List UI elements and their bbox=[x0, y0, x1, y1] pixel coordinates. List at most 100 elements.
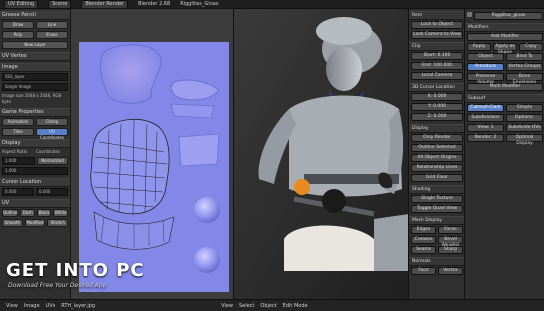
item-header[interactable]: Item bbox=[409, 11, 465, 20]
tiles-toggle[interactable]: Tiles bbox=[2, 128, 34, 136]
scene-selector[interactable]: Scene bbox=[48, 0, 72, 9]
creases-toggle[interactable]: Creases bbox=[411, 236, 436, 244]
image-header[interactable]: Image bbox=[0, 63, 70, 72]
modified-toggle[interactable]: Modified bbox=[24, 219, 46, 227]
status-select-menu[interactable]: Select bbox=[239, 303, 254, 309]
dash-option[interactable]: Dash bbox=[20, 209, 35, 217]
poly-button[interactable]: Poly bbox=[2, 31, 34, 39]
uv-coord-button[interactable]: UV Coordinates bbox=[36, 128, 68, 140]
vertex-normals-toggle[interactable]: Vertex bbox=[438, 267, 463, 275]
status-view-menu-right[interactable]: View bbox=[221, 303, 233, 309]
sharp-toggle[interactable]: Sharp bbox=[438, 246, 463, 254]
aspect-y-field[interactable]: 1.000 bbox=[2, 167, 68, 175]
clip-start-field[interactable]: Start: 0.100 bbox=[411, 52, 463, 60]
catmull-clark-tab[interactable]: Catmull-Clark bbox=[467, 104, 504, 112]
erase-button[interactable]: Erase bbox=[36, 31, 68, 39]
status-image-menu[interactable]: Image bbox=[24, 303, 40, 309]
armature-field[interactable]: Armature bbox=[467, 63, 504, 71]
stretch-toggle[interactable]: Stretch bbox=[47, 219, 69, 227]
mesh-display-header[interactable]: Mesh Display bbox=[409, 216, 465, 225]
image-field[interactable]: SSS_layer bbox=[2, 73, 68, 81]
3d-viewport[interactable] bbox=[233, 9, 409, 299]
game-properties-header[interactable]: Game Properties bbox=[0, 108, 70, 117]
status-object-menu[interactable]: Object bbox=[260, 303, 276, 309]
uv-vertex-header[interactable]: UV Vertex bbox=[0, 52, 70, 61]
smooth-toggle[interactable]: Smooth bbox=[2, 219, 23, 227]
cursor-x-field[interactable]: 0.000 bbox=[2, 188, 34, 196]
single-texture-select[interactable]: Single Texture bbox=[411, 195, 463, 203]
vertex-groups-toggle[interactable]: Vertex Groups bbox=[506, 63, 543, 71]
clamp-toggle[interactable]: Clamp bbox=[36, 118, 68, 126]
apply-as-shape-button[interactable]: Apply as Shape bbox=[493, 43, 517, 55]
clip-header[interactable]: Clip bbox=[409, 42, 465, 51]
optimal-display-toggle[interactable]: Optimal Display bbox=[506, 134, 543, 146]
watermark-tagline: Download Free Your Desired App bbox=[8, 282, 107, 289]
outline-selected-toggle[interactable]: Outline Selected bbox=[411, 144, 463, 152]
cursor-location-panel-header[interactable]: 3D Cursor Location bbox=[409, 83, 465, 92]
aspect-x-field[interactable]: 1.000 bbox=[2, 157, 35, 165]
status-uvs-menu[interactable]: UVs bbox=[46, 303, 56, 309]
options-label: Options: bbox=[506, 114, 543, 122]
simple-tab[interactable]: Simple bbox=[506, 104, 543, 112]
edges-toggle[interactable]: Edges bbox=[411, 226, 436, 234]
normalized-toggle[interactable]: Normalized bbox=[37, 157, 68, 165]
properties-editor: Rigglitas_ginas Modifiers Add Modifier A… bbox=[464, 9, 544, 311]
uv-mesh-overlay bbox=[90, 44, 220, 273]
layout-selector[interactable]: UV Editing bbox=[4, 0, 39, 9]
toggle-quad-view-button[interactable]: Toggle Quad View bbox=[411, 205, 463, 213]
render-engine-selector[interactable]: Blender Render bbox=[81, 0, 129, 9]
cursor-y-value[interactable]: Y: 0.000 bbox=[411, 103, 463, 111]
all-origins-toggle[interactable]: All Object Origins bbox=[411, 154, 463, 162]
object-name-field[interactable]: Rigglitas_ginas bbox=[474, 12, 543, 20]
only-render-toggle[interactable]: Only Render bbox=[411, 134, 463, 142]
face-normals-toggle[interactable]: Face bbox=[411, 267, 436, 275]
relationship-lines-toggle[interactable]: Relationship Lines bbox=[411, 164, 463, 172]
uv-display-header[interactable]: UV bbox=[0, 199, 70, 208]
status-image-name[interactable]: RTH_layer.jpg bbox=[61, 303, 95, 309]
bevel-weights-toggle[interactable]: Bevel Weights bbox=[438, 236, 463, 248]
blender-app: UV Editing Scene Blender Render Blender … bbox=[0, 0, 544, 311]
new-layer-button[interactable]: New Layer bbox=[2, 41, 68, 49]
black-option[interactable]: Black bbox=[36, 209, 52, 217]
seams-toggle[interactable]: Seams bbox=[411, 246, 436, 254]
draw-button[interactable]: Draw bbox=[2, 21, 34, 29]
lock-object-button[interactable]: Lock to Object bbox=[411, 21, 463, 29]
white-option[interactable]: White bbox=[53, 209, 68, 217]
grid-floor-toggle[interactable]: Grid Floor bbox=[411, 174, 463, 182]
apply-button[interactable]: Apply bbox=[467, 43, 491, 51]
cursor-z-value[interactable]: Z: 0.000 bbox=[411, 113, 463, 121]
bone-envelopes-toggle[interactable]: Bone Envelopes bbox=[506, 73, 543, 85]
uv-image-editor[interactable] bbox=[71, 9, 233, 299]
display-panel-header[interactable]: Display bbox=[409, 124, 465, 133]
preserve-volume-toggle[interactable]: Preserve Volume bbox=[467, 73, 504, 85]
cursor-y-field[interactable]: 0.000 bbox=[36, 188, 68, 196]
grease-pencil-header[interactable]: Grease Pencil bbox=[0, 11, 70, 20]
line-button[interactable]: Line bbox=[36, 21, 68, 29]
faces-toggle[interactable]: Faces bbox=[438, 226, 463, 234]
source-field[interactable]: Single Image bbox=[2, 83, 68, 91]
local-camera-toggle[interactable]: Local Camera bbox=[411, 72, 463, 80]
subdivide-uvs-toggle[interactable]: Subdivide UVs bbox=[506, 124, 543, 132]
animation-toggle[interactable]: Animation bbox=[2, 118, 34, 126]
render-levels-field[interactable]: Render: 2 bbox=[467, 134, 504, 142]
subsurf-header[interactable]: Subsurf bbox=[465, 94, 544, 103]
object-label: Object bbox=[467, 53, 504, 61]
copy-button[interactable]: Copy bbox=[519, 43, 543, 51]
modifiers-header[interactable]: Modifiers bbox=[465, 23, 544, 32]
status-mode-selector[interactable]: Edit Mode bbox=[283, 303, 308, 309]
object-icon bbox=[467, 12, 472, 17]
cursor-location-header[interactable]: Cursor Location bbox=[0, 178, 70, 187]
view-levels-field[interactable]: View: 1 bbox=[467, 124, 504, 132]
add-modifier-button[interactable]: Add Modifier bbox=[467, 33, 543, 41]
status-bar: View Image UVs RTH_layer.jpg View Select… bbox=[0, 299, 544, 311]
shading-header[interactable]: Shading bbox=[409, 185, 465, 194]
status-view-menu[interactable]: View bbox=[6, 303, 18, 309]
file-name-label: Rigglitas_Ginas bbox=[180, 0, 219, 7]
outline-option[interactable]: Outline bbox=[2, 209, 19, 217]
normal-map-texture[interactable] bbox=[79, 42, 229, 292]
multi-modifier-toggle[interactable]: Multi Modifier bbox=[467, 83, 543, 91]
normals-header[interactable]: Normals bbox=[409, 257, 465, 266]
cursor-x-value[interactable]: X: 0.000 bbox=[411, 93, 463, 101]
clip-end-field[interactable]: End: 100.000 bbox=[411, 62, 463, 70]
lock-camera-button[interactable]: Lock Camera to View bbox=[411, 31, 463, 39]
